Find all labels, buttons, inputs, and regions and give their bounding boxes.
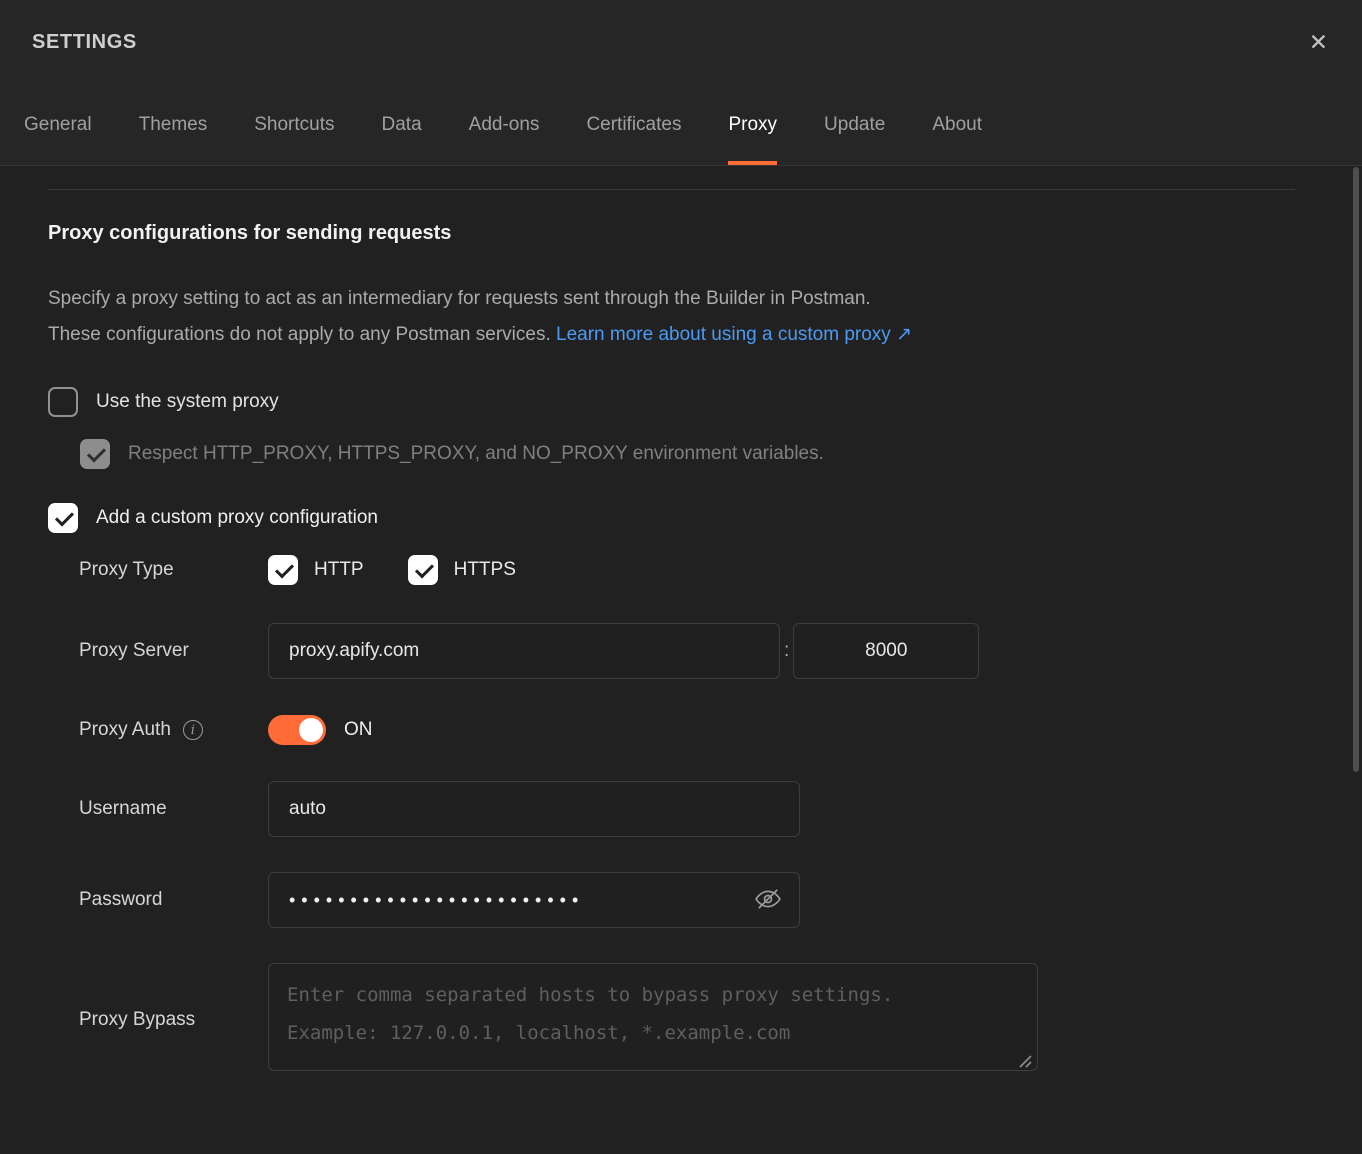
password-visibility-toggle[interactable] <box>753 884 783 917</box>
host-port-separator: : <box>784 640 789 662</box>
dialog-title: SETTINGS <box>32 31 137 54</box>
custom-proxy-row: Add a custom proxy configuration <box>48 503 1295 533</box>
eye-off-icon <box>755 886 781 915</box>
proxy-bypass-row: Proxy Bypass <box>79 963 1295 1076</box>
learn-more-link[interactable]: Learn more about using a custom proxy ↗ <box>556 324 912 345</box>
proxy-type-row: Proxy Type HTTP HTTPS <box>79 555 1295 585</box>
proxy-type-label: Proxy Type <box>79 559 268 581</box>
http-label: HTTP <box>314 559 364 581</box>
tab-general[interactable]: General <box>24 84 92 165</box>
proxy-host-input[interactable] <box>268 623 780 679</box>
proxy-auth-row: Proxy Auth i ON <box>79 715 1295 745</box>
tab-proxy[interactable]: Proxy <box>728 84 777 165</box>
tab-themes[interactable]: Themes <box>139 84 208 165</box>
tab-about[interactable]: About <box>932 84 982 165</box>
username-input[interactable] <box>268 781 800 837</box>
divider <box>48 189 1295 190</box>
proxy-port-input[interactable] <box>793 623 979 679</box>
info-icon[interactable]: i <box>183 720 203 740</box>
password-row: Password <box>79 872 1295 928</box>
tab-certificates[interactable]: Certificates <box>586 84 681 165</box>
tab-update[interactable]: Update <box>824 84 885 165</box>
tab-add-ons[interactable]: Add-ons <box>469 84 540 165</box>
system-proxy-label: Use the system proxy <box>96 391 279 413</box>
proxy-auth-label: Proxy Auth i <box>79 719 268 741</box>
custom-proxy-checkbox[interactable] <box>48 503 78 533</box>
vertical-scrollbar[interactable] <box>1353 167 1359 772</box>
proxy-auth-label-text: Proxy Auth <box>79 719 171 741</box>
tab-shortcuts[interactable]: Shortcuts <box>254 84 334 165</box>
proxy-server-row: Proxy Server : <box>79 623 1295 679</box>
settings-header: SETTINGS ✕ <box>0 0 1362 84</box>
close-icon: ✕ <box>1309 29 1328 55</box>
proxy-auth-state: ON <box>344 719 373 741</box>
password-field <box>268 872 800 928</box>
https-option: HTTPS <box>408 555 516 585</box>
respect-env-checkbox[interactable] <box>80 439 110 469</box>
password-label: Password <box>79 889 268 911</box>
section-heading: Proxy configurations for sending request… <box>48 222 1295 245</box>
username-row: Username <box>79 781 1295 837</box>
proxy-bypass-textarea[interactable] <box>268 963 1038 1071</box>
proxy-bypass-label: Proxy Bypass <box>79 1009 268 1031</box>
http-option: HTTP <box>268 555 364 585</box>
respect-env-label: Respect HTTP_PROXY, HTTPS_PROXY, and NO_… <box>128 443 824 465</box>
system-proxy-checkbox[interactable] <box>48 387 78 417</box>
http-checkbox[interactable] <box>268 555 298 585</box>
https-label: HTTPS <box>454 559 516 581</box>
system-proxy-row: Use the system proxy <box>48 387 1295 417</box>
proxy-settings-panel: Proxy configurations for sending request… <box>0 189 1362 1076</box>
proxy-auth-toggle[interactable] <box>268 715 326 745</box>
https-checkbox[interactable] <box>408 555 438 585</box>
respect-env-row: Respect HTTP_PROXY, HTTPS_PROXY, and NO_… <box>80 439 1295 469</box>
resize-handle[interactable] <box>1019 1055 1032 1068</box>
custom-proxy-form: Proxy Type HTTP HTTPS Proxy Server : Pro… <box>48 555 1295 1076</box>
username-label: Username <box>79 798 268 820</box>
section-description: Specify a proxy setting to act as an int… <box>48 281 928 353</box>
tab-bar: General Themes Shortcuts Data Add-ons Ce… <box>0 84 1362 166</box>
custom-proxy-label: Add a custom proxy configuration <box>96 507 378 529</box>
password-input[interactable] <box>289 890 753 911</box>
proxy-server-label: Proxy Server <box>79 640 268 662</box>
proxy-bypass-field <box>268 963 1038 1076</box>
tab-data[interactable]: Data <box>382 84 422 165</box>
close-button[interactable]: ✕ <box>1305 27 1332 58</box>
